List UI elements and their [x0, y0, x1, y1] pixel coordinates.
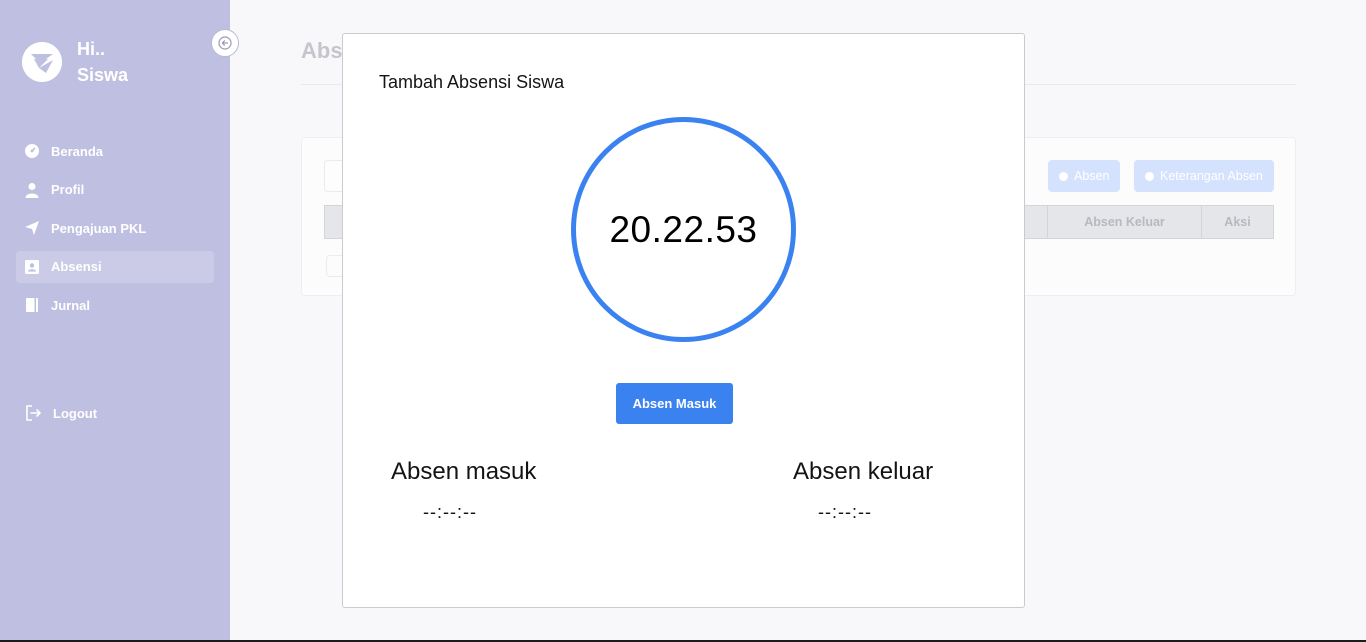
keterangan-absen-button[interactable]: Keterangan Absen	[1134, 160, 1274, 192]
clock-display: 20.22.53	[571, 117, 796, 342]
sidebar-nav: Beranda Profil Pengajuan PKL Absensi Jur…	[16, 135, 214, 328]
minus-circle-icon	[1145, 171, 1154, 181]
sidebar-item-label: Profil	[51, 182, 85, 197]
sidebar-item-label: Jurnal	[51, 297, 91, 313]
logout-button[interactable]: Logout	[24, 404, 97, 422]
absen-button-label: Absen	[1074, 169, 1110, 183]
absen-masuk-label: Absen masuk	[391, 458, 537, 485]
absen-masuk-button[interactable]: Absen Masuk	[616, 383, 733, 424]
arrow-left-icon	[218, 36, 232, 50]
brand: Hi.. Siswa	[22, 36, 128, 88]
absen-keluar-label: Absen keluar	[793, 458, 934, 485]
sidebar-collapse-button[interactable]	[211, 29, 239, 57]
sidebar-item-absensi[interactable]: Absensi	[16, 250, 214, 283]
sidebar-item-pengajuan-pkl[interactable]: Pengajuan PKL	[16, 212, 214, 244]
sidebar-item-beranda[interactable]: Beranda	[16, 135, 214, 167]
logout-label: Logout	[53, 405, 98, 421]
plus-circle-icon	[1059, 171, 1068, 181]
greeting-role: Siswa	[77, 65, 129, 85]
page-title: Abs	[301, 38, 343, 63]
logo-icon	[22, 42, 62, 82]
sidebar-item-label: Pengajuan PKL	[51, 220, 147, 236]
absen-button[interactable]: Absen	[1048, 160, 1121, 192]
sidebar-item-label: Beranda	[51, 143, 104, 159]
send-icon	[24, 220, 40, 236]
user-icon	[24, 182, 40, 198]
sidebar-item-label: Absensi	[51, 259, 102, 274]
sidebar-item-jurnal[interactable]: Jurnal	[16, 289, 214, 321]
book-icon	[24, 297, 40, 313]
id-card-icon	[24, 259, 40, 275]
keterangan-absen-button-label: Keterangan Absen	[1160, 169, 1263, 183]
sidebar-item-profil[interactable]: Profil	[16, 174, 214, 206]
clock-time: 20.22.53	[609, 208, 758, 250]
dashboard-icon	[24, 143, 40, 159]
logout-icon	[24, 404, 42, 422]
sidebar: Hi.. Siswa Beranda Profil Pengajuan PKL	[0, 0, 239, 642]
absen-masuk-value: --:--:--	[423, 502, 477, 522]
absen-keluar-value: --:--:--	[818, 502, 872, 522]
greeting: Hi.. Siswa	[77, 36, 128, 88]
add-attendance-modal: Tambah Absensi Siswa 20.22.53 Absen Masu…	[342, 33, 1025, 608]
column-header-aksi: Aksi	[1201, 206, 1273, 238]
column-header-absen-keluar: Absen Keluar	[1047, 206, 1201, 238]
greeting-hi: Hi..	[77, 39, 106, 59]
modal-title: Tambah Absensi Siswa	[379, 72, 565, 92]
